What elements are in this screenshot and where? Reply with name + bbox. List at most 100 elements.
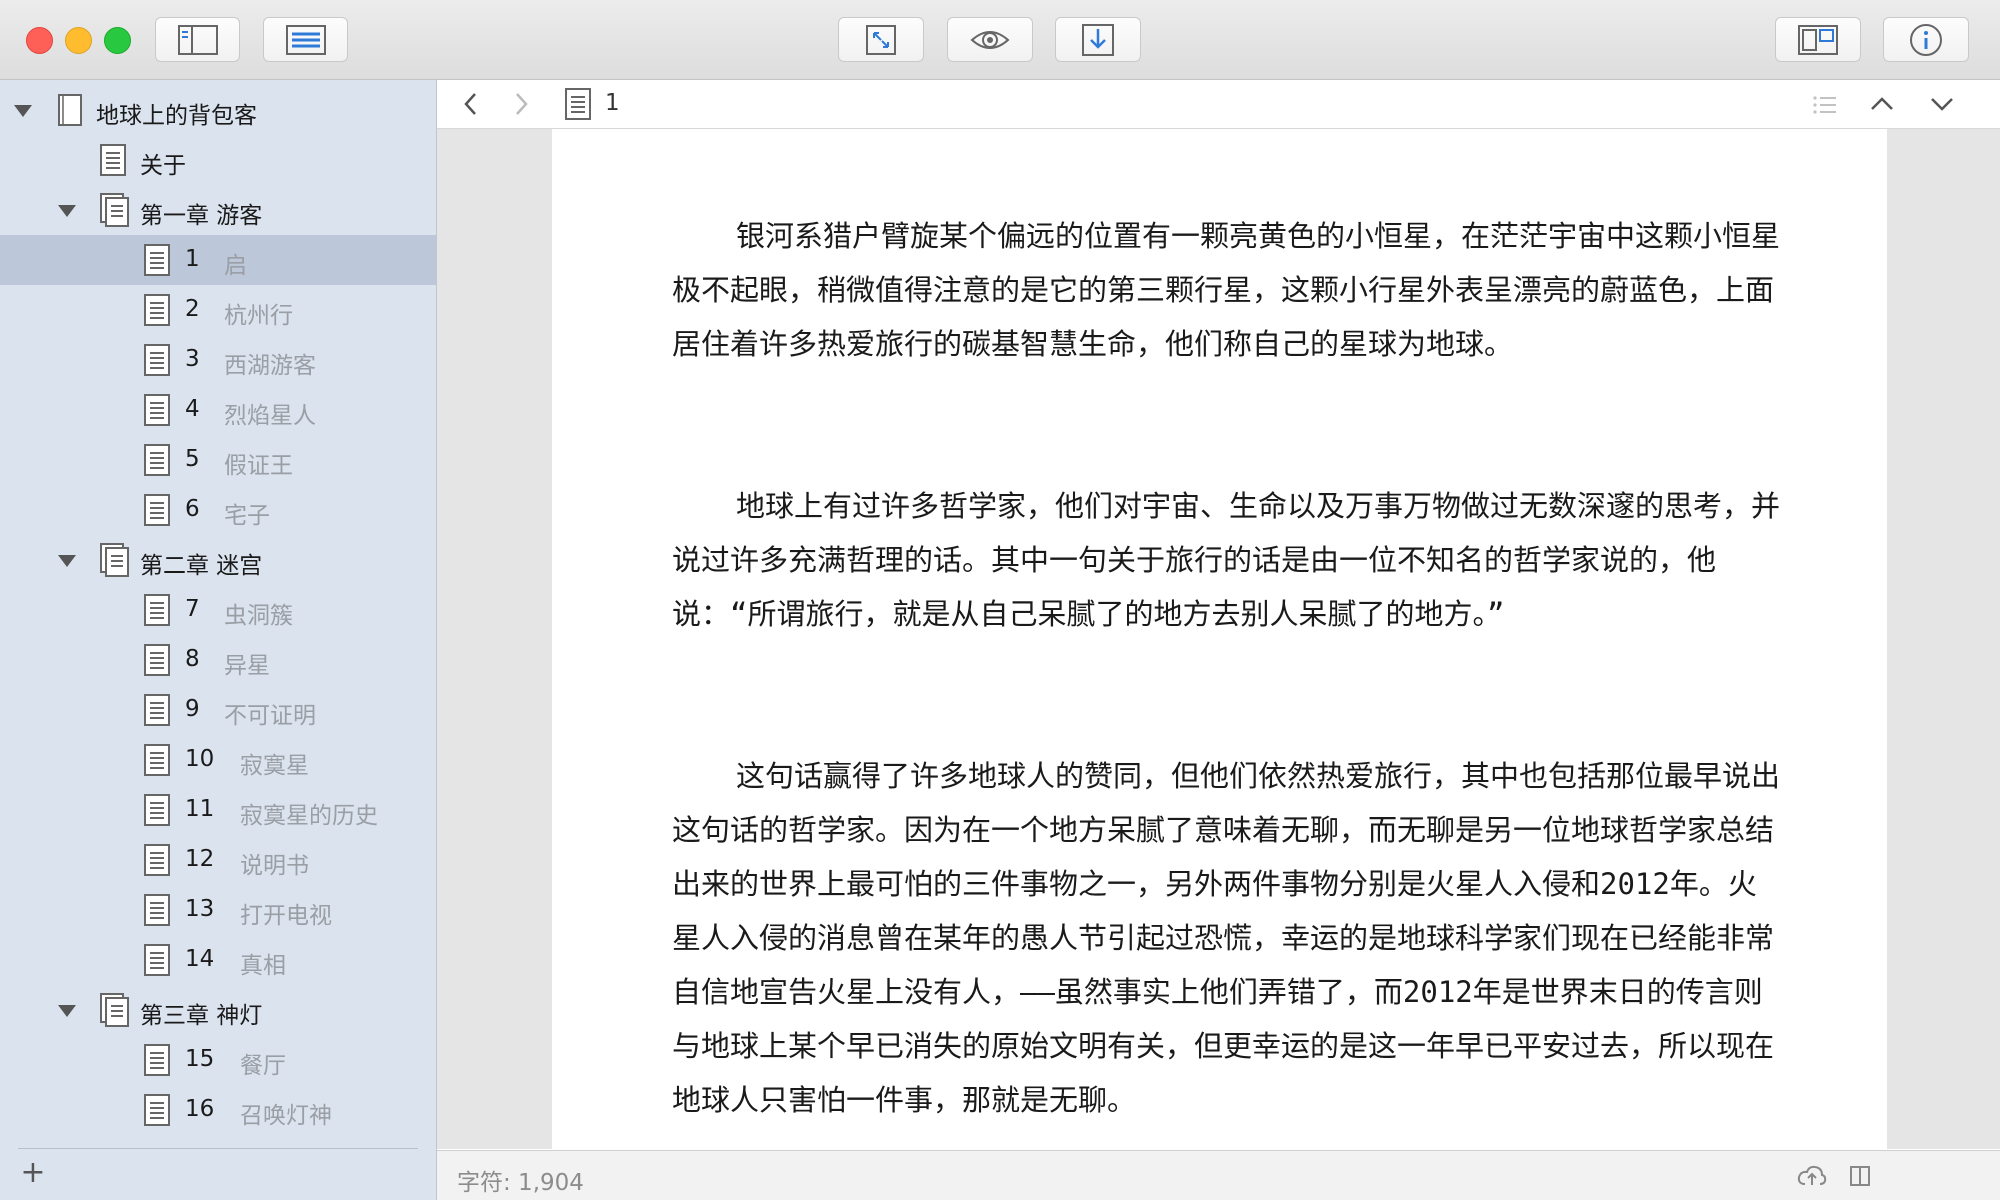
- document-icon: [144, 394, 170, 430]
- sidebar-document-row[interactable]: 16 召唤灯神: [0, 1085, 436, 1135]
- zoom-window-button[interactable]: [104, 27, 131, 54]
- fullscreen-button[interactable]: [838, 17, 924, 62]
- info-button[interactable]: [1883, 17, 1969, 62]
- document-number: 10: [185, 746, 215, 772]
- document-title: 启: [224, 253, 247, 279]
- sidebar-document-row[interactable]: 14 真相: [0, 935, 436, 985]
- book-icon: [58, 94, 82, 130]
- sidebar-document-row[interactable]: 7 虫洞簇: [0, 585, 436, 635]
- document-icon: [565, 88, 591, 124]
- sidebar-document-row[interactable]: 1启: [0, 235, 436, 285]
- sidebar-document-row[interactable]: 2 杭州行: [0, 285, 436, 335]
- close-window-button[interactable]: [26, 27, 53, 54]
- document-title: 召唤灯神: [240, 1103, 332, 1129]
- paragraph[interactable]: 这句话赢得了许多地球人的赞同，但他们依然热爱旅行，其中也包括那位最早说出这句话的…: [672, 749, 1782, 1127]
- sidebar-document-row[interactable]: 10 寂寞星: [0, 735, 436, 785]
- document-icon: [144, 944, 170, 980]
- sidebar-document-row[interactable]: 3 西湖游客: [0, 335, 436, 385]
- document-number: 14: [185, 946, 215, 972]
- sidebar-document-row[interactable]: 6 宅子: [0, 485, 436, 535]
- export-button[interactable]: [1055, 17, 1141, 62]
- document-title: 宅子: [224, 503, 270, 529]
- document-title: 打开电视: [240, 903, 332, 929]
- document-tree: 地球上的背包客 关于第一章 游客 1 启 2 杭州行 3 西湖游客 4 烈焰星人 5 假证王 6 宅子第…: [0, 80, 436, 1145]
- document-icon: [144, 644, 170, 680]
- document-title: 虫洞簇: [224, 603, 293, 629]
- sidebar-toggle-button[interactable]: [155, 17, 240, 62]
- sidebar-chapter-row[interactable]: 第三章 神灯: [0, 985, 436, 1035]
- outline-list-icon: [285, 24, 326, 55]
- document-number: 4: [185, 396, 200, 422]
- document-icon: [144, 844, 170, 880]
- sidebar-document-row[interactable]: 5 假证王: [0, 435, 436, 485]
- paragraph[interactable]: 银河系猎户臂旋某个偏远的位置有一颗亮黄色的小恒星，在茫茫宇宙中这颗小恒星极不起眼…: [672, 209, 1782, 371]
- word-count: 字符: 1,904: [457, 1170, 584, 1196]
- forward-chevron-icon[interactable]: [509, 90, 533, 122]
- editor-gutter: [1887, 129, 2000, 1149]
- preview-button[interactable]: [947, 17, 1033, 62]
- document-icon: [144, 594, 170, 630]
- document-icon: [144, 1094, 170, 1130]
- disclosure-triangle-icon[interactable]: [58, 1005, 76, 1017]
- sidebar-document-row[interactable]: 12 说明书: [0, 835, 436, 885]
- outline-button[interactable]: [263, 17, 348, 62]
- sidebar-book-row[interactable]: 地球上的背包客: [0, 85, 436, 135]
- document-icon: [144, 894, 170, 930]
- document-number: 5: [185, 446, 200, 472]
- next-document-chevron-down-icon[interactable]: [1927, 92, 1957, 120]
- disclosure-triangle-icon[interactable]: [58, 555, 76, 567]
- document-icon: [144, 744, 170, 780]
- paragraph[interactable]: 地球上有过许多哲学家，他们对宇宙、生命以及万事万物做过无数深邃的思考，并说过许多…: [672, 479, 1782, 641]
- document-title: 异星: [224, 653, 270, 679]
- app-window: 地球上的背包客 关于 第一章 游客 1 启 2 杭州行 3 西湖游客 4 烈焰星人 5 假证王 6 宅子第…: [0, 0, 2000, 1200]
- document-number: 13: [185, 896, 215, 922]
- document-icon: [144, 794, 170, 830]
- folder-stack-icon: [100, 193, 130, 231]
- document-title: 烈焰星人: [224, 403, 316, 429]
- disclosure-triangle-icon[interactable]: [14, 105, 32, 117]
- chapter-label: 第一章 游客: [140, 203, 263, 229]
- document-icon: [144, 444, 170, 480]
- preview-eye-icon: [970, 26, 1010, 54]
- outline-list-small-icon[interactable]: [1812, 94, 1838, 120]
- chapter-label: 第三章 神灯: [140, 1003, 263, 1029]
- split-layout-button[interactable]: [1775, 17, 1861, 62]
- disclosure-triangle-icon[interactable]: [58, 205, 76, 217]
- split-view-icon[interactable]: [1849, 1164, 1871, 1192]
- split-layout-icon: [1798, 24, 1838, 55]
- previous-document-chevron-up-icon[interactable]: [1867, 92, 1897, 120]
- document-icon: [144, 494, 170, 530]
- document-number: 12: [185, 846, 215, 872]
- sidebar-document-row[interactable]: 15 餐厅: [0, 1035, 436, 1085]
- document-title: 不可证明: [224, 703, 316, 729]
- add-document-button[interactable]: +: [18, 1158, 48, 1188]
- editor-page[interactable]: 银河系猎户臂旋某个偏远的位置有一颗亮黄色的小恒星，在茫茫宇宙中这颗小恒星极不起眼…: [552, 129, 1887, 1149]
- document-title: 假证王: [224, 453, 293, 479]
- document-icon: [144, 294, 170, 330]
- export-download-icon: [1081, 23, 1115, 57]
- sidebar-document-row[interactable]: 8 异星: [0, 635, 436, 685]
- book-title: 地球上的背包客: [96, 103, 257, 129]
- sidebar-document-row[interactable]: 关于: [0, 135, 436, 185]
- document-number: 16: [185, 1096, 215, 1122]
- document-icon: [144, 694, 170, 730]
- document-title: 西湖游客: [224, 353, 316, 379]
- document-title: 真相: [240, 953, 286, 979]
- document-number: 11: [185, 796, 215, 822]
- sidebar-document-row[interactable]: 11 寂寞星的历史: [0, 785, 436, 835]
- document-label: 关于: [140, 153, 186, 179]
- cloud-upload-icon[interactable]: [1797, 1164, 1827, 1192]
- back-chevron-icon[interactable]: [459, 90, 483, 122]
- document-icon: [100, 144, 126, 180]
- document-number: 3: [185, 346, 200, 372]
- document-title: 1: [605, 90, 620, 116]
- minimize-window-button[interactable]: [65, 27, 92, 54]
- sidebar-document-row[interactable]: 4 烈焰星人: [0, 385, 436, 435]
- sidebar-chapter-row[interactable]: 第二章 迷宫: [0, 535, 436, 585]
- document-number: 8: [185, 646, 200, 672]
- document-icon: [144, 344, 170, 380]
- sidebar-document-row[interactable]: 9 不可证明: [0, 685, 436, 735]
- document-number: 6: [185, 496, 200, 522]
- sidebar-document-row[interactable]: 13 打开电视: [0, 885, 436, 935]
- sidebar-chapter-row[interactable]: 第一章 游客: [0, 185, 436, 235]
